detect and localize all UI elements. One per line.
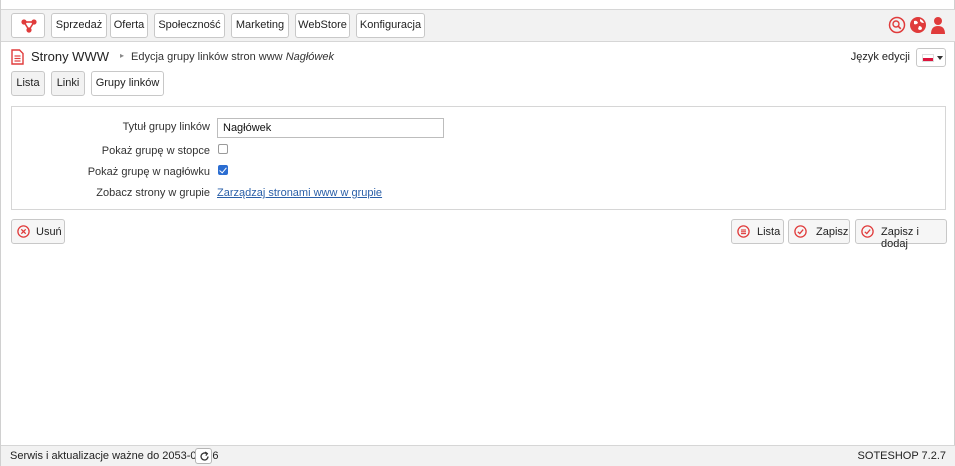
list-label: Lista bbox=[757, 226, 781, 238]
nav-sprzedaz[interactable]: Sprzedaż bbox=[51, 13, 107, 38]
footer-checkbox[interactable] bbox=[218, 144, 228, 154]
title-input[interactable] bbox=[217, 118, 444, 138]
chevron-down-icon bbox=[937, 56, 943, 60]
breadcrumb: Edycja grupy linków stron www Nagłówek bbox=[131, 51, 334, 63]
search-icon[interactable] bbox=[888, 16, 906, 34]
service-status-text: Serwis i aktualizacje ważne do 2053-08-2… bbox=[10, 450, 219, 462]
top-nav: Sprzedaż Oferta Społeczność Marketing We… bbox=[1, 9, 955, 42]
soteshop-logo-icon bbox=[21, 19, 37, 33]
delete-button[interactable]: Usuń bbox=[11, 219, 65, 244]
globe-icon[interactable] bbox=[909, 16, 927, 34]
save-and-add-button[interactable]: Zapisz i dodaj bbox=[855, 219, 947, 250]
save-label: Zapisz bbox=[816, 226, 849, 238]
breadcrumb-separator: ▸ bbox=[120, 51, 125, 60]
nav-spolecznosc[interactable]: Społeczność bbox=[154, 13, 225, 38]
list-button[interactable]: Lista bbox=[731, 219, 784, 244]
logo-button[interactable] bbox=[11, 13, 45, 38]
save-button[interactable]: Zapisz bbox=[788, 219, 850, 244]
nav-oferta[interactable]: Oferta bbox=[110, 13, 148, 38]
delete-label: Usuń bbox=[36, 226, 62, 238]
pl-flag-icon bbox=[922, 54, 934, 62]
language-label: Język edycji bbox=[850, 51, 910, 63]
save-and-add-label: Zapisz i dodaj bbox=[881, 226, 919, 250]
refresh-icon bbox=[200, 451, 209, 461]
close-circle-icon bbox=[17, 225, 30, 238]
page-header: Strony WWW ▸ Edycja grupy linków stron w… bbox=[11, 47, 946, 67]
header-checkbox[interactable] bbox=[218, 165, 228, 175]
nav-webstore[interactable]: WebStore bbox=[295, 13, 350, 38]
user-icon[interactable] bbox=[930, 16, 946, 34]
header-checkbox-label: Pokaż grupę w nagłówku bbox=[87, 166, 210, 178]
manage-pages-link[interactable]: Zarządzaj stronami www w grupie bbox=[217, 187, 382, 199]
form-panel: Tytuł grupy linków Pokaż grupę w stopce … bbox=[11, 106, 946, 210]
version-label: SOTESHOP 7.2.7 bbox=[857, 450, 946, 462]
check-circle-icon bbox=[794, 225, 807, 238]
pages-label: Zobacz strony w grupie bbox=[96, 187, 210, 199]
title-label: Tytuł grupy linków bbox=[122, 121, 210, 133]
check-circle-icon bbox=[861, 225, 874, 238]
footer-checkbox-label: Pokaż grupę w stopce bbox=[101, 145, 210, 157]
tab-grupy-linkow[interactable]: Grupy linków bbox=[91, 71, 164, 96]
breadcrumb-item: Nagłówek bbox=[285, 51, 334, 63]
document-icon bbox=[11, 49, 24, 65]
language-select[interactable] bbox=[916, 48, 946, 67]
nav-konfiguracja[interactable]: Konfiguracja bbox=[356, 13, 425, 38]
status-footer: Serwis i aktualizacje ważne do 2053-08-2… bbox=[1, 445, 955, 466]
page-title[interactable]: Strony WWW bbox=[31, 49, 109, 64]
tab-lista[interactable]: Lista bbox=[11, 71, 45, 96]
list-circle-icon bbox=[737, 225, 750, 238]
app-frame: Sprzedaż Oferta Społeczność Marketing We… bbox=[0, 0, 955, 466]
tab-linki[interactable]: Linki bbox=[51, 71, 85, 96]
refresh-button[interactable] bbox=[195, 448, 212, 464]
nav-marketing[interactable]: Marketing bbox=[231, 13, 289, 38]
top-icons bbox=[888, 16, 948, 36]
breadcrumb-prefix: Edycja grupy linków stron www bbox=[131, 51, 283, 63]
